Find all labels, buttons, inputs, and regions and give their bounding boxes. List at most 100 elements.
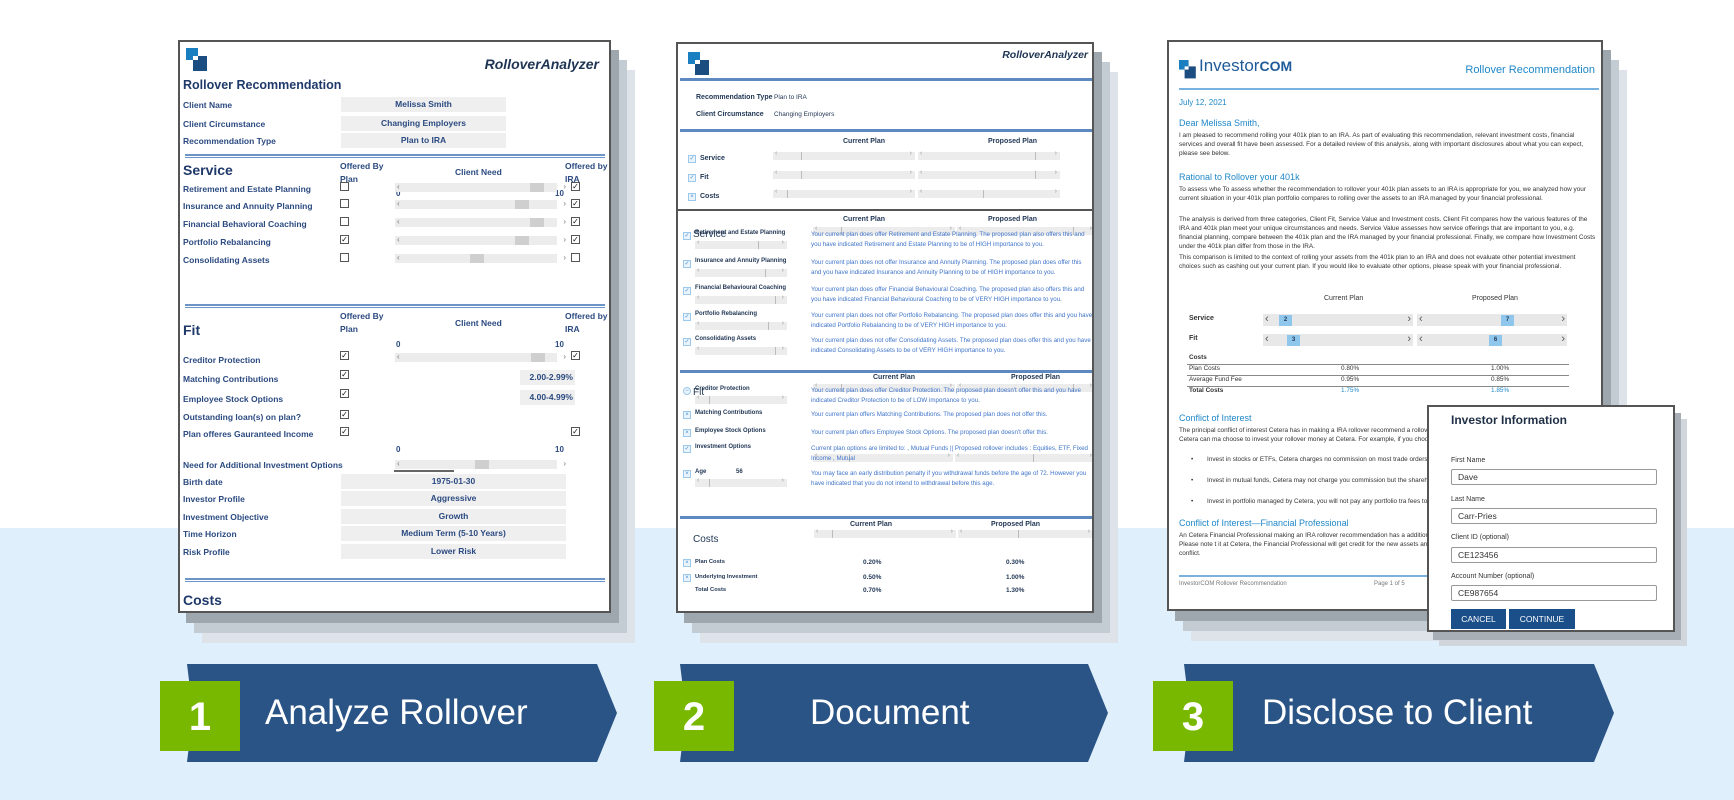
profile-field-value[interactable]: Aggressive <box>341 491 566 506</box>
service-item-checkbox[interactable]: ✓ <box>683 338 691 346</box>
client-name-value[interactable]: Melissa Smith <box>341 97 506 112</box>
current-plan-slider[interactable]: ‹ › <box>773 150 915 160</box>
last-name-input[interactable]: Carr-Pries <box>1451 508 1657 524</box>
proposed-plan-score-slider[interactable]: ‹ › 6 <box>1417 333 1567 346</box>
cost-item-checkbox[interactable]: × <box>683 574 691 582</box>
offered-by-ira-checkbox[interactable]: ✓ <box>571 199 580 208</box>
client-need-slider[interactable]: ‹ › <box>395 235 566 245</box>
creditor-protection-ira-checkbox[interactable]: ✓ <box>571 351 580 360</box>
offered-by-plan-checkbox[interactable] <box>340 182 349 191</box>
cost-item-checkbox[interactable]: × <box>683 559 691 567</box>
service-item-checkbox[interactable]: ✓ <box>683 313 691 321</box>
proposed-plan-header: Proposed Plan <box>988 138 1038 145</box>
slider-thumb[interactable] <box>983 190 984 198</box>
offered-by-plan-checkbox[interactable] <box>340 253 349 262</box>
slider-thumb[interactable] <box>787 190 788 198</box>
offered-by-ira-checkbox[interactable]: ✓ <box>571 235 580 244</box>
offered-by-plan-checkbox[interactable] <box>340 199 349 208</box>
offered-by-ira-checkbox[interactable]: ✓ <box>571 217 580 226</box>
current-plan-slider[interactable]: ‹ › <box>773 169 915 179</box>
slider-thumb[interactable] <box>470 254 484 263</box>
matching-contributions-value[interactable]: 2.00-2.99% <box>520 370 575 385</box>
recommendation-type-value[interactable]: Plan to IRA <box>341 133 506 148</box>
logo-icon <box>1179 60 1197 79</box>
first-name-input[interactable]: Dave <box>1451 469 1657 485</box>
score-knob[interactable]: 3 <box>1287 335 1300 346</box>
offered-by-plan-checkbox[interactable]: ✓ <box>340 235 349 244</box>
account-number-label: Account Number (optional) <box>1451 573 1535 580</box>
current-plan-slider[interactable]: ‹ › <box>773 188 915 198</box>
bullet-icon: • <box>1191 477 1194 484</box>
costs-current-slider[interactable]: ‹ › <box>814 528 956 538</box>
service-item-checkbox[interactable]: ✓ <box>683 232 691 240</box>
profile-field-value[interactable]: Growth <box>341 509 566 524</box>
creditor-protection-need-slider[interactable]: ‹ › <box>395 352 566 362</box>
service-item-checkbox[interactable]: ✓ <box>683 260 691 268</box>
continue-button[interactable]: CONTINUE <box>1509 609 1575 629</box>
additional-investment-options-slider[interactable]: ‹ › <box>395 459 566 469</box>
importance-slider[interactable]: ‹ › <box>695 320 787 330</box>
proposed-plan-slider[interactable]: ‹ › <box>918 169 1060 179</box>
fit-item-checkbox[interactable]: × <box>683 411 691 419</box>
slider-thumb[interactable] <box>515 200 529 209</box>
summary-checkbox[interactable]: ✓ <box>688 155 696 163</box>
profile-field-value[interactable]: Medium Term (5-10 Years) <box>341 526 566 541</box>
fit-item-checkbox[interactable]: × <box>683 429 691 437</box>
guaranteed-income-ira-checkbox[interactable]: ✓ <box>571 427 580 436</box>
slider-thumb[interactable] <box>531 353 545 362</box>
score-knob[interactable]: 7 <box>1501 315 1514 326</box>
importance-slider[interactable]: ‹ › <box>695 294 787 304</box>
employee-stock-options-checkbox[interactable]: ✓ <box>340 389 349 398</box>
offered-by-ira-checkbox[interactable]: ✓ <box>571 182 580 191</box>
cost-item-label: Plan Costs <box>695 559 725 565</box>
client-need-slider[interactable]: ‹ › <box>395 199 566 209</box>
fit-item-checkbox[interactable]: − <box>683 387 691 395</box>
offered-by-plan-checkbox[interactable] <box>340 217 349 226</box>
slider-thumb[interactable] <box>475 460 489 469</box>
slider-thumb[interactable] <box>1035 171 1036 179</box>
current-plan-score-slider[interactable]: ‹ › 3 <box>1263 333 1413 346</box>
score-knob[interactable]: 2 <box>1279 315 1292 326</box>
fit-section-title: Fit <box>183 322 201 338</box>
slider-thumb[interactable] <box>1035 152 1036 160</box>
client-need-slider[interactable]: ‹ › <box>395 217 566 227</box>
slider-thumb[interactable] <box>530 183 544 192</box>
score-knob[interactable]: 6 <box>1489 335 1502 346</box>
profile-field-value[interactable]: Lower Risk <box>341 544 566 559</box>
account-number-input[interactable]: CE987654 <box>1451 585 1657 601</box>
service-item-checkbox[interactable]: ✓ <box>683 287 691 295</box>
client-need-slider[interactable]: ‹ › <box>395 253 566 263</box>
profile-field-value[interactable]: 1975-01-30 <box>341 474 566 489</box>
client-need-slider[interactable]: ‹ › <box>395 182 566 192</box>
proposed-plan-score-slider[interactable]: ‹ › 7 <box>1417 313 1567 326</box>
outstanding-loans-checkbox[interactable]: ✓ <box>340 410 349 419</box>
employee-stock-options-value[interactable]: 4.00-4.99% <box>520 390 575 405</box>
proposed-plan-slider[interactable]: ‹ › <box>918 188 1060 198</box>
cancel-button[interactable]: CANCEL <box>1451 609 1506 629</box>
client-circumstance-value[interactable]: Changing Employers <box>341 116 506 131</box>
client-id-input[interactable]: CE123456 <box>1451 547 1657 563</box>
costs-proposed-slider[interactable]: ‹ › <box>958 528 1092 538</box>
proposed-plan-slider[interactable]: ‹ › <box>918 150 1060 160</box>
slider-thumb[interactable] <box>515 236 529 245</box>
divider <box>185 304 605 308</box>
summary-checkbox[interactable]: ✓ <box>688 174 696 182</box>
slider-thumb[interactable] <box>801 171 802 179</box>
offered-by-ira-checkbox[interactable] <box>571 253 580 262</box>
importance-slider[interactable]: ‹ › <box>695 477 787 487</box>
slider-thumb[interactable] <box>530 218 544 227</box>
importance-slider[interactable]: ‹ › <box>695 267 787 277</box>
fit-item-checkbox[interactable]: ✓ <box>683 445 691 453</box>
summary-checkbox[interactable]: × <box>688 193 696 201</box>
service-item-label: Portfolio Rebalancing <box>695 311 758 317</box>
fit-item-checkbox[interactable]: × <box>683 470 691 478</box>
current-plan-score-slider[interactable]: ‹ › 2 <box>1263 313 1413 326</box>
importance-slider[interactable]: ‹ › <box>695 345 787 355</box>
matching-contributions-checkbox[interactable]: ✓ <box>340 370 349 379</box>
creditor-protection-plan-checkbox[interactable]: ✓ <box>340 351 349 360</box>
guaranteed-income-plan-checkbox[interactable]: ✓ <box>340 427 349 436</box>
importance-slider[interactable]: ‹ › <box>695 239 787 249</box>
slider-thumb[interactable] <box>801 152 802 160</box>
importance-slider[interactable]: ‹ › <box>695 394 787 404</box>
brand-name-suffix: COM <box>1259 58 1293 74</box>
